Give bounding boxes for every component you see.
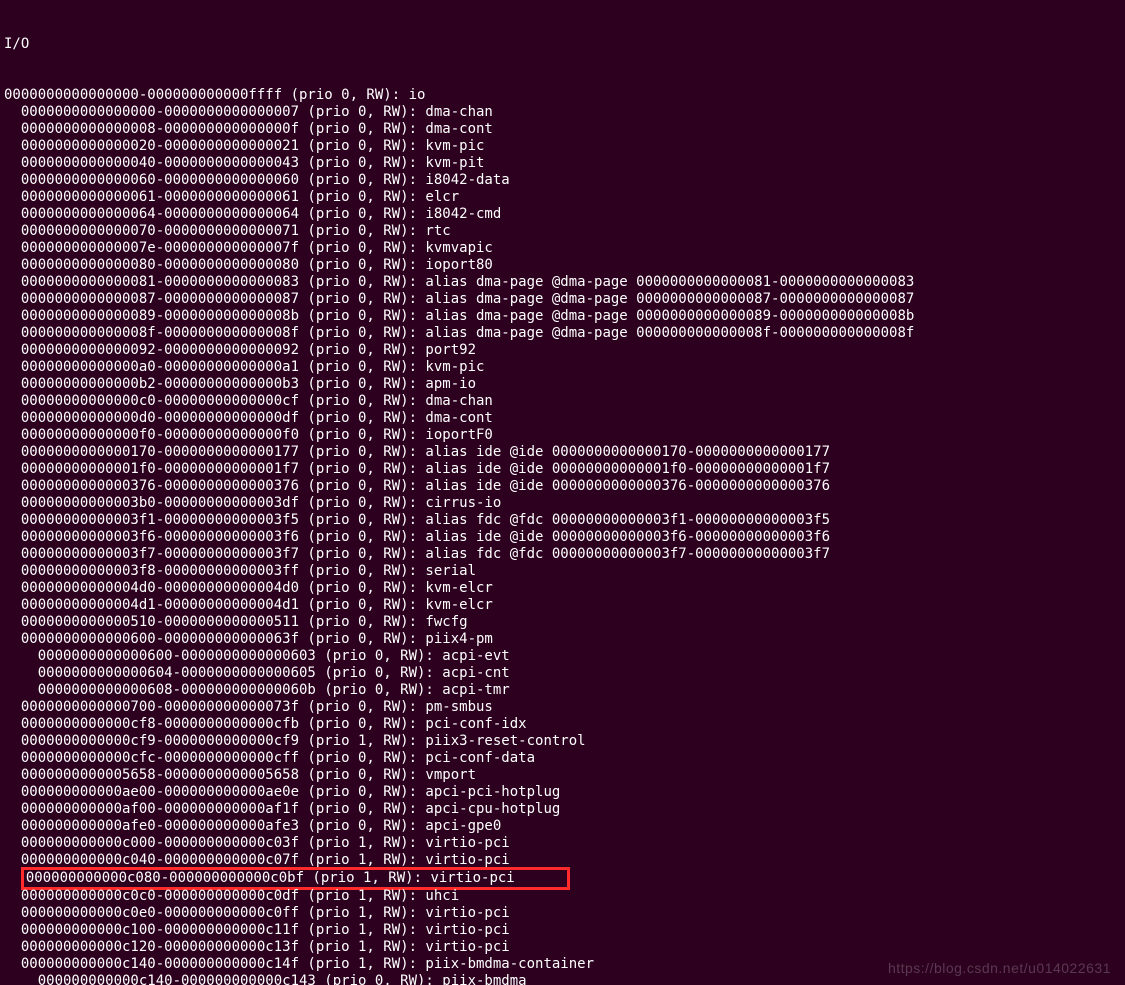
memory-region-line: 00000000000004d1-00000000000004d1 (prio … (4, 597, 1121, 614)
watermark-text: https://blog.csdn.net/u014022631 (888, 960, 1111, 977)
memory-region-line: 00000000000003f1-00000000000003f5 (prio … (4, 512, 1121, 529)
memory-region-line: 00000000000000c0-00000000000000cf (prio … (4, 393, 1121, 410)
memory-region-line: 0000000000000040-0000000000000043 (prio … (4, 155, 1121, 172)
memory-region-line: 0000000000000cf9-0000000000000cf9 (prio … (4, 733, 1121, 750)
memory-region-line: 0000000000000cfc-0000000000000cff (prio … (4, 750, 1121, 767)
memory-region-line: 0000000000000170-0000000000000177 (prio … (4, 444, 1121, 461)
memory-region-line: 0000000000000608-000000000000060b (prio … (4, 682, 1121, 699)
memory-region-line: 0000000000000510-0000000000000511 (prio … (4, 614, 1121, 631)
memory-region-line: 0000000000000080-0000000000000080 (prio … (4, 257, 1121, 274)
memory-region-line: 0000000000000008-000000000000000f (prio … (4, 121, 1121, 138)
memory-region-line: 000000000000af00-000000000000af1f (prio … (4, 801, 1121, 818)
memory-region-line: 00000000000001f0-00000000000001f7 (prio … (4, 461, 1121, 478)
memory-region-line: 0000000000000060-0000000000000060 (prio … (4, 172, 1121, 189)
memory-region-line: 000000000000c100-000000000000c11f (prio … (4, 922, 1121, 939)
memory-region-line: 0000000000000070-0000000000000071 (prio … (4, 223, 1121, 240)
memory-region-line: 0000000000000cf8-0000000000000cfb (prio … (4, 716, 1121, 733)
memory-region-line: 000000000000afe0-000000000000afe3 (prio … (4, 818, 1121, 835)
memory-region-line: 000000000000c0c0-000000000000c0df (prio … (4, 888, 1121, 905)
memory-region-list: 0000000000000000-000000000000ffff (prio … (4, 87, 1121, 985)
memory-region-line: 0000000000000600-000000000000063f (prio … (4, 631, 1121, 648)
memory-region-line: 000000000000ae00-000000000000ae0e (prio … (4, 784, 1121, 801)
io-header: I/O (4, 36, 1121, 53)
memory-region-line: 000000000000c0e0-000000000000c0ff (prio … (4, 905, 1121, 922)
memory-region-line: 0000000000000376-0000000000000376 (prio … (4, 478, 1121, 495)
memory-region-line: 00000000000000d0-00000000000000df (prio … (4, 410, 1121, 427)
memory-region-line: 0000000000000092-0000000000000092 (prio … (4, 342, 1121, 359)
memory-region-line: 00000000000004d0-00000000000004d0 (prio … (4, 580, 1121, 597)
memory-region-line: 0000000000000064-0000000000000064 (prio … (4, 206, 1121, 223)
memory-region-line: 0000000000000000-0000000000000007 (prio … (4, 104, 1121, 121)
highlighted-region: 000000000000c080-000000000000c0bf (prio … (21, 867, 570, 890)
terminal-output: I/O 0000000000000000-000000000000ffff (p… (0, 0, 1125, 985)
memory-region-line: 000000000000c000-000000000000c03f (prio … (4, 835, 1121, 852)
memory-region-line: 00000000000003b0-00000000000003df (prio … (4, 495, 1121, 512)
memory-region-line: 00000000000000a0-00000000000000a1 (prio … (4, 359, 1121, 376)
memory-region-line: 000000000000c080-000000000000c0bf (prio … (4, 869, 1121, 888)
memory-region-line: 0000000000000020-0000000000000021 (prio … (4, 138, 1121, 155)
memory-region-line: 0000000000000000-000000000000ffff (prio … (4, 87, 1121, 104)
memory-region-line: 00000000000000f0-00000000000000f0 (prio … (4, 427, 1121, 444)
memory-region-line: 0000000000000061-0000000000000061 (prio … (4, 189, 1121, 206)
memory-region-line: 0000000000005658-0000000000005658 (prio … (4, 767, 1121, 784)
memory-region-line: 000000000000007e-000000000000007f (prio … (4, 240, 1121, 257)
memory-region-line: 000000000000008f-000000000000008f (prio … (4, 325, 1121, 342)
memory-region-line: 0000000000000087-0000000000000087 (prio … (4, 291, 1121, 308)
memory-region-line: 0000000000000081-0000000000000083 (prio … (4, 274, 1121, 291)
memory-region-line: 00000000000003f7-00000000000003f7 (prio … (4, 546, 1121, 563)
memory-region-line: 0000000000000089-000000000000008b (prio … (4, 308, 1121, 325)
memory-region-line: 00000000000003f6-00000000000003f6 (prio … (4, 529, 1121, 546)
memory-region-line: 00000000000000b2-00000000000000b3 (prio … (4, 376, 1121, 393)
memory-region-line: 000000000000c120-000000000000c13f (prio … (4, 939, 1121, 956)
memory-region-line: 0000000000000604-0000000000000605 (prio … (4, 665, 1121, 682)
memory-region-line: 00000000000003f8-00000000000003ff (prio … (4, 563, 1121, 580)
memory-region-line: 0000000000000700-000000000000073f (prio … (4, 699, 1121, 716)
memory-region-line: 0000000000000600-0000000000000603 (prio … (4, 648, 1121, 665)
